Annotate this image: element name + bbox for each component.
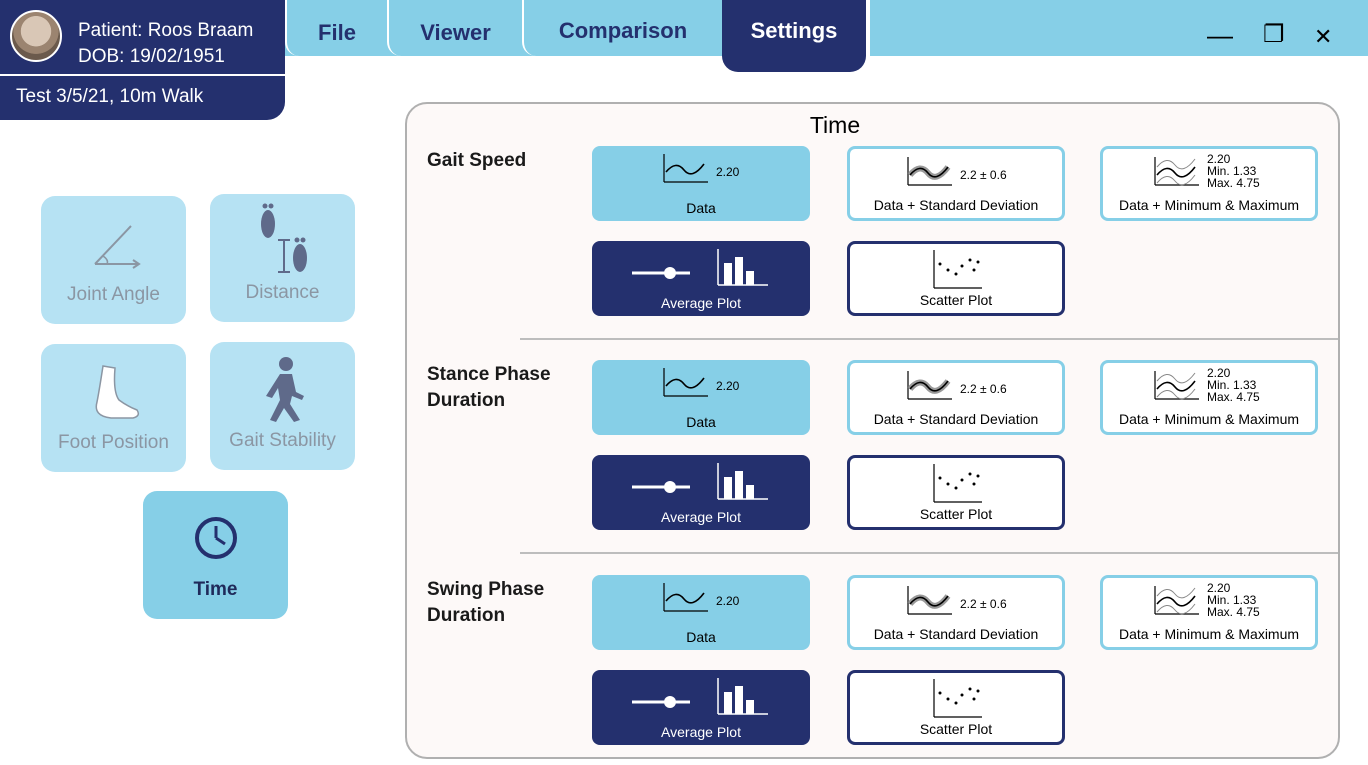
option-label: Data + Minimum & Maximum bbox=[1118, 197, 1300, 213]
patient-card: Patient: Roos Braam DOB: 19/02/1951 Test… bbox=[0, 0, 285, 120]
option-average-plot[interactable]: Average Plot bbox=[592, 455, 810, 530]
tab-viewer-label: Viewer bbox=[420, 20, 491, 45]
tab-comparison[interactable]: Comparison bbox=[522, 0, 722, 56]
option-value: 2.20 bbox=[716, 165, 740, 179]
tab-viewer[interactable]: Viewer bbox=[387, 0, 522, 56]
option-data-standard-deviation[interactable]: 2.2 ± 0.6 Data + Standard Deviation bbox=[847, 146, 1065, 221]
tab-settings[interactable]: Settings bbox=[722, 0, 866, 72]
category-label: Time bbox=[193, 579, 238, 600]
option-average-plot[interactable]: Average Plot bbox=[592, 670, 810, 745]
category-label: Foot Position bbox=[58, 432, 169, 453]
option-label: Average Plot bbox=[661, 509, 741, 525]
option-label: Scatter Plot bbox=[919, 506, 993, 522]
option-value: 2.20 bbox=[716, 379, 740, 393]
option-average-plot[interactable]: Average Plot bbox=[592, 241, 810, 316]
option-data-standard-deviation[interactable]: 2.2 ± 0.6 Data + Standard Deviation bbox=[847, 360, 1065, 435]
category-label: Distance bbox=[245, 282, 320, 303]
option-label: Data bbox=[686, 200, 716, 216]
section-divider bbox=[520, 552, 1338, 554]
mini-line-chart-icon bbox=[663, 583, 708, 612]
option-scatter-plot[interactable]: Scatter Plot bbox=[847, 241, 1065, 316]
option-value: 2.20 bbox=[716, 594, 740, 608]
option-scatter-plot[interactable]: Scatter Plot bbox=[847, 670, 1065, 745]
average-plot-icon bbox=[632, 678, 768, 715]
joint-angle-icon bbox=[94, 225, 141, 269]
option-label: Data bbox=[686, 629, 716, 645]
avatar bbox=[10, 10, 62, 62]
option-label: Data + Minimum & Maximum bbox=[1118, 626, 1300, 642]
option-data[interactable]: 2.20 Data bbox=[592, 146, 810, 221]
patient-dob: DOB: 19/02/1951 bbox=[78, 46, 225, 67]
test-label: Test 3/5/21, 10m Walk bbox=[16, 86, 204, 107]
mini-line-chart-icon bbox=[907, 586, 952, 615]
option-max: Max. 4.75 bbox=[1207, 390, 1260, 404]
average-plot-icon bbox=[632, 463, 768, 500]
option-data[interactable]: 2.20 Data bbox=[592, 575, 810, 650]
option-label: Average Plot bbox=[661, 295, 741, 311]
category-distance[interactable]: Distance bbox=[210, 194, 355, 322]
mini-line-chart-icon bbox=[907, 157, 952, 186]
option-label: Data + Standard Deviation bbox=[873, 197, 1039, 213]
mini-line-chart-icon bbox=[907, 371, 952, 400]
option-max: Max. 4.75 bbox=[1207, 605, 1260, 619]
category-foot-position[interactable]: Foot Position bbox=[41, 344, 186, 472]
panel-title: Time bbox=[809, 112, 861, 138]
option-max: Max. 4.75 bbox=[1207, 176, 1260, 190]
metric-label-swing-phase: Swing Phase Duration bbox=[427, 579, 545, 626]
foot-icon bbox=[95, 365, 140, 419]
minimize-button[interactable]: — bbox=[1207, 20, 1233, 51]
metric-label-gait-speed: Gait Speed bbox=[427, 150, 527, 171]
category-joint-angle[interactable]: Joint Angle bbox=[41, 196, 186, 324]
option-scatter-plot[interactable]: Scatter Plot bbox=[847, 455, 1065, 530]
option-label: Data + Minimum & Maximum bbox=[1118, 411, 1300, 427]
scatter-plot-icon bbox=[933, 464, 982, 503]
mini-line-chart-icon bbox=[663, 154, 708, 183]
tab-divider bbox=[866, 0, 870, 56]
scatter-plot-icon bbox=[933, 679, 982, 718]
tab-file-label: File bbox=[318, 20, 356, 45]
option-label: Data + Standard Deviation bbox=[873, 411, 1039, 427]
clock-icon bbox=[195, 517, 237, 559]
option-label: Scatter Plot bbox=[919, 292, 993, 308]
patient-divider bbox=[0, 74, 285, 76]
tab-file[interactable]: File bbox=[285, 0, 387, 56]
mini-line-chart-icon bbox=[663, 368, 708, 397]
footprints-distance-icon bbox=[261, 203, 307, 273]
restore-button[interactable]: ❐ bbox=[1263, 20, 1285, 49]
option-label: Data bbox=[686, 414, 716, 430]
metric-label-stance-phase: Stance Phase Duration bbox=[427, 364, 551, 411]
option-data[interactable]: 2.20 Data bbox=[592, 360, 810, 435]
option-label: Scatter Plot bbox=[919, 721, 993, 737]
section-divider bbox=[520, 338, 1338, 340]
mini-line-chart-icon bbox=[1154, 157, 1199, 186]
option-data-min-max[interactable]: 2.20 Min. 1.33 Max. 4.75 Data + Minimum & M… bbox=[1100, 360, 1318, 435]
category-label: Joint Angle bbox=[67, 284, 160, 305]
option-label: Average Plot bbox=[661, 724, 741, 740]
walking-person-icon bbox=[266, 357, 304, 422]
option-label: Data + Standard Deviation bbox=[873, 626, 1039, 642]
option-value: 2.2 ± 0.6 bbox=[960, 168, 1007, 182]
option-value: 2.2 ± 0.6 bbox=[960, 597, 1007, 611]
close-button[interactable]: ✕ bbox=[1314, 24, 1332, 50]
average-plot-icon bbox=[632, 249, 768, 286]
category-label: Gait Stability bbox=[229, 430, 336, 451]
option-data-min-max[interactable]: 2.20 Min. 1.33 Max. 4.75 Data + Minimum & M… bbox=[1100, 575, 1318, 650]
category-gait-stability[interactable]: Gait Stability bbox=[210, 342, 355, 470]
tab-comparison-label: Comparison bbox=[558, 18, 688, 43]
mini-line-chart-icon bbox=[1154, 371, 1199, 400]
mini-line-chart-icon bbox=[1154, 586, 1199, 615]
scatter-plot-icon bbox=[933, 250, 982, 289]
tab-settings-label: Settings bbox=[750, 18, 838, 43]
option-data-standard-deviation[interactable]: 2.2 ± 0.6 Data + Standard Deviation bbox=[847, 575, 1065, 650]
option-data-min-max[interactable]: 2.20 Min. 1.33 Max. 4.75 Data + Minimum & M… bbox=[1100, 146, 1318, 221]
patient-name: Patient: Roos Braam bbox=[78, 20, 254, 41]
category-time[interactable]: Time bbox=[143, 491, 288, 619]
option-value: 2.2 ± 0.6 bbox=[960, 382, 1007, 396]
